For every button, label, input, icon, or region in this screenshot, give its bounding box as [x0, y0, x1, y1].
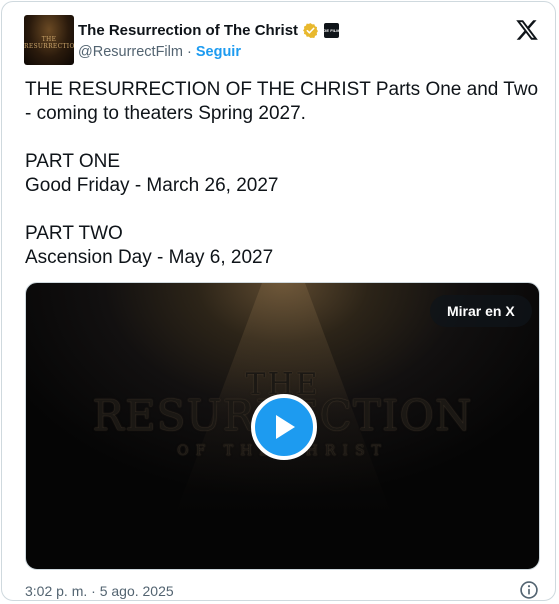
author-handle-row: @ResurrectFilm · Seguir [78, 44, 241, 60]
author-handle[interactable]: @ResurrectFilm [78, 44, 183, 60]
play-icon [276, 415, 295, 439]
tweet-text: THE RESURRECTION OF THE CHRIST Parts One… [25, 79, 539, 268]
verified-badge-icon[interactable] [302, 22, 319, 39]
follow-button[interactable]: Seguir [196, 44, 241, 60]
video-player[interactable]: THE RESURRECTION OF THE CHRIST Mirar en … [25, 282, 540, 570]
play-button[interactable] [251, 394, 317, 460]
watch-on-x-button[interactable]: Mirar en X [430, 295, 532, 327]
tweet-timestamp[interactable]: 3:02 p. m. · 5 ago. 2025 [25, 583, 174, 599]
handle-separator: · [186, 44, 192, 60]
info-icon[interactable] [519, 580, 539, 600]
tweet-card: THE RESURRECTION The Resurrection of The… [1, 1, 556, 601]
affiliate-badge[interactable]: LGE FILMS [321, 22, 342, 38]
author-name-row: The Resurrection of The Christ LGE FILMS [78, 20, 342, 40]
x-logo-icon[interactable] [514, 18, 540, 42]
avatar[interactable]: THE RESURRECTION [24, 15, 74, 65]
avatar-text: THE RESURRECTION [24, 36, 74, 50]
author-display-name[interactable]: The Resurrection of The Christ [78, 22, 298, 39]
